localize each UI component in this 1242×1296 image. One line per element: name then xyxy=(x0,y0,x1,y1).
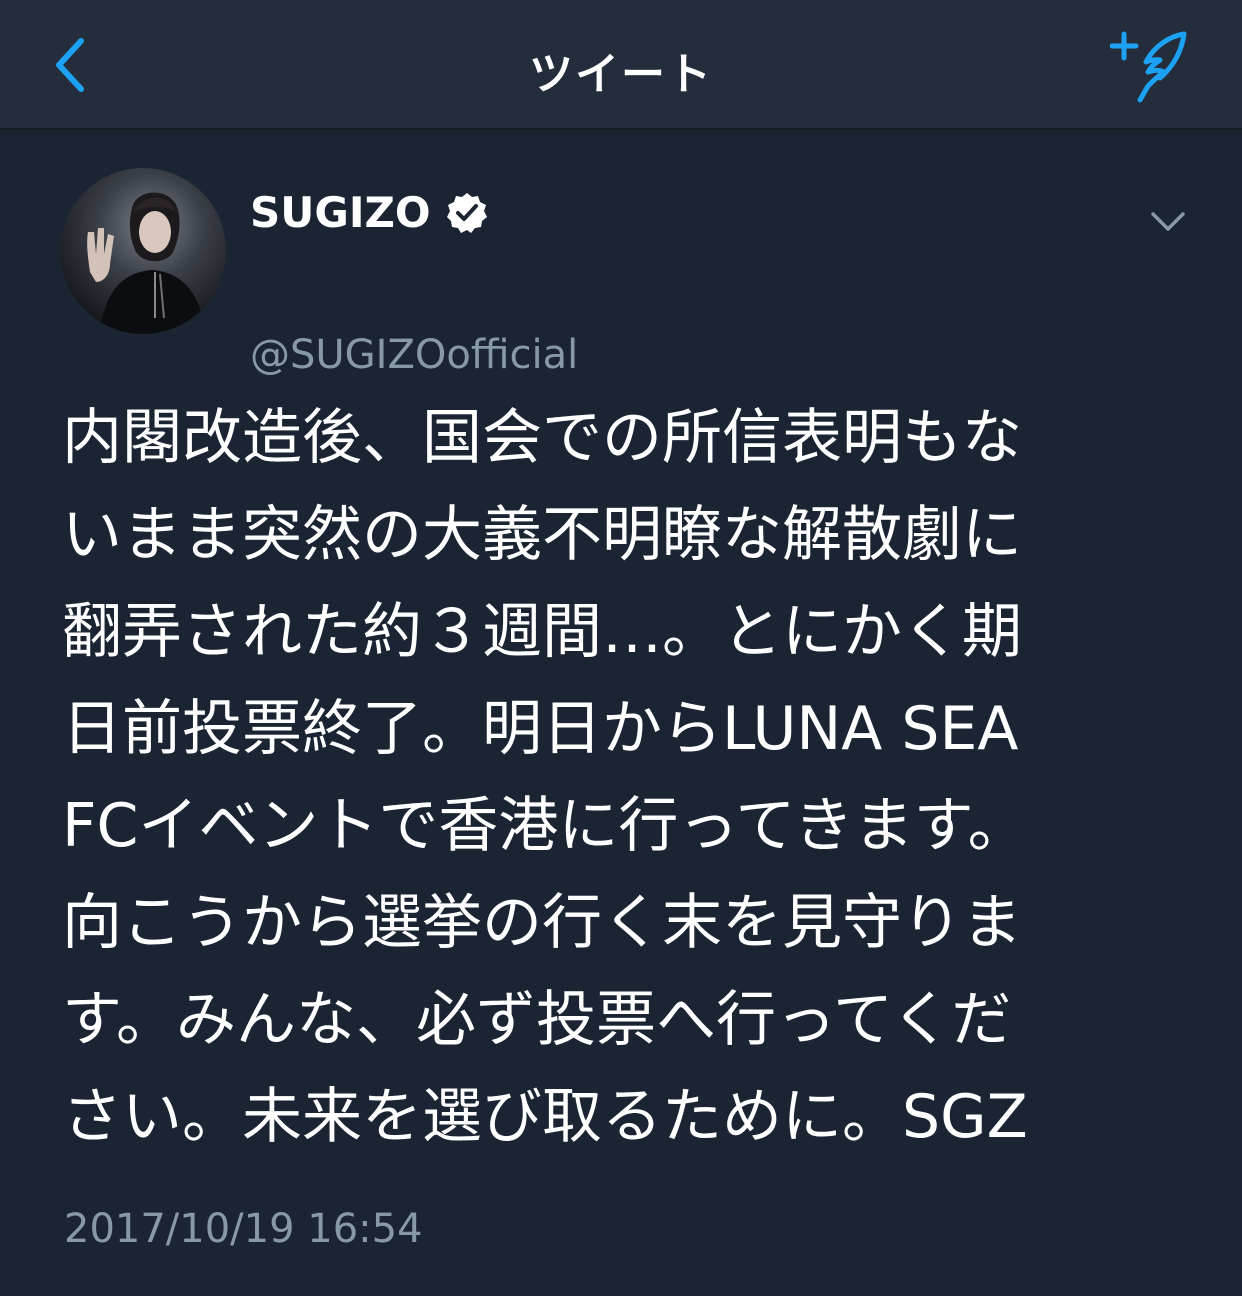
tweet-detail: SUGIZO @SUGIZOofficial 内閣改造後、国会での所信表明もな … xyxy=(0,132,1242,1296)
tweet-text: 内閣改造後、国会での所信表明もな いまま突然の大義不明瞭な解散劇に 翻弄された約… xyxy=(62,390,1182,1166)
profile-photo-icon xyxy=(60,168,226,334)
display-name[interactable]: SUGIZO xyxy=(250,188,431,237)
verified-badge-icon xyxy=(446,192,487,233)
tweet-text-line: 日前投票終了。明日からLUNA SEA xyxy=(62,694,1019,764)
author-row: SUGIZO xyxy=(250,188,489,237)
tweet-text-line: 内閣改造後、国会での所信表明もな xyxy=(62,403,1022,473)
page-title: ツイート xyxy=(529,49,713,100)
tweet-text-line: いまま突然の大義不明瞭な解散劇に xyxy=(62,500,1022,570)
tweet-text-line: 向こうから選挙の行く末を見守りま xyxy=(62,888,1022,958)
compose-tweet-button[interactable] xyxy=(1100,24,1200,108)
compose-tweet-icon xyxy=(1110,31,1187,103)
chevron-down-icon xyxy=(1151,212,1185,231)
tweet-text-line: 翻弄された約３週間…。とにかく期 xyxy=(62,597,1022,667)
tweet-text-line: FCイベントで香港に行ってきます。 xyxy=(62,791,1028,861)
avatar[interactable] xyxy=(60,168,226,334)
tweet-menu-button[interactable] xyxy=(1140,202,1196,242)
user-handle[interactable]: @SUGIZOofficial xyxy=(250,332,578,378)
tweet-text-line: す。みんな、必ず投票へ行ってくだ xyxy=(62,985,1012,1055)
tweet-text-line: さい。未来を選び取るために。SGZ xyxy=(62,1082,1028,1152)
navigation-bar: ツイート xyxy=(0,0,1242,130)
tweet-timestamp: 2017/10/19 16:54 xyxy=(64,1206,423,1252)
